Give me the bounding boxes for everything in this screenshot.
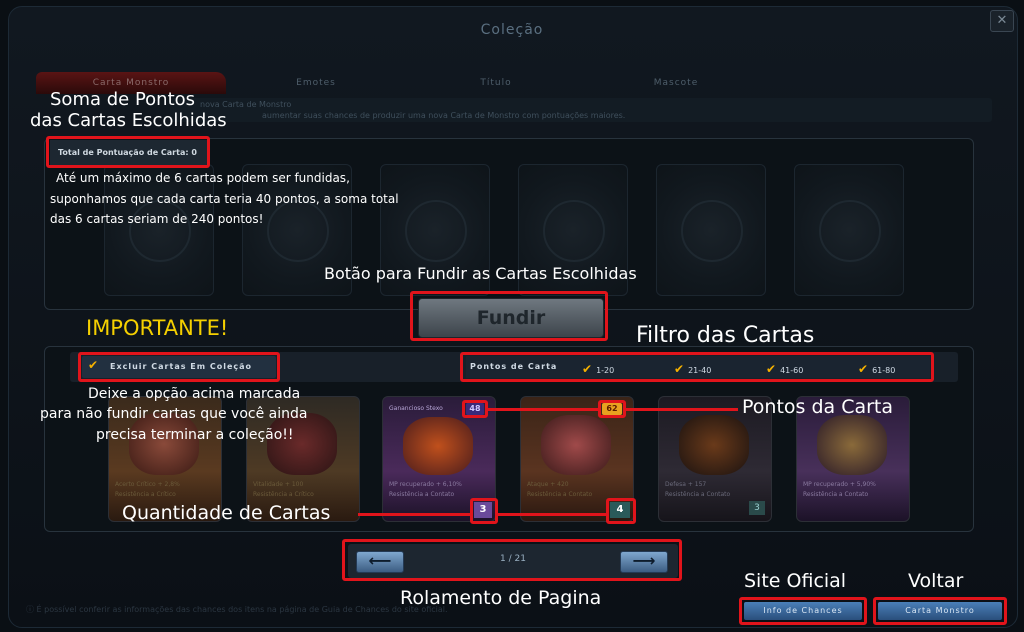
card-points-highlight bbox=[598, 400, 626, 418]
card-stat: Defesa + 157 bbox=[665, 481, 707, 488]
footer-note-text: É possível conferir as informações das c… bbox=[36, 605, 448, 614]
annotation-score-title-1: Soma de Pontos bbox=[50, 89, 196, 110]
annotation-fuse-hint: Botão para Fundir as Cartas Escolhidas bbox=[324, 264, 637, 283]
card-art bbox=[817, 415, 887, 475]
card-art bbox=[403, 417, 473, 475]
annotation-back: Voltar bbox=[908, 570, 964, 592]
connector-line bbox=[626, 408, 738, 411]
footer-note: ⓘ É possível conferir as informações das… bbox=[26, 604, 448, 615]
annotation-max-info-3: das 6 cartas seriam de 240 pontos! bbox=[50, 212, 264, 226]
card-quantity: 3 bbox=[749, 501, 765, 515]
annotation-score-title-2: das Cartas Escolhidas bbox=[30, 110, 227, 131]
card-stat: MP recuperado + 6,10% bbox=[389, 481, 462, 488]
card-stat: MP recuperado + 5,90% bbox=[803, 481, 876, 488]
back-highlight bbox=[873, 597, 1007, 625]
card-stat-2: Resistência a Contato bbox=[389, 491, 455, 498]
card-art bbox=[541, 415, 611, 475]
info-strip-title: nova Carta de Monstro bbox=[200, 100, 292, 109]
fuse-highlight bbox=[410, 291, 608, 341]
card-stat-2: Resistência a Contato bbox=[665, 491, 731, 498]
fusion-slot[interactable] bbox=[794, 164, 904, 296]
card-stat-2: Resistência a Crítico bbox=[253, 491, 314, 498]
score-highlight bbox=[46, 136, 210, 168]
info-chances-highlight bbox=[739, 597, 867, 625]
annotation-card-points: Pontos da Carta bbox=[742, 396, 894, 418]
close-icon: ✕ bbox=[996, 13, 1008, 28]
exclude-filter-highlight bbox=[78, 352, 280, 382]
points-filter-highlight bbox=[460, 352, 934, 382]
annotation-keep-3: precisa terminar a coleção!! bbox=[96, 427, 294, 443]
card-stat: Acerto Crítico + 2,8% bbox=[115, 481, 180, 488]
annotation-official-site: Site Oficial bbox=[744, 570, 847, 592]
card-art bbox=[679, 415, 749, 475]
info-strip-text: aumentar suas chances de produzir uma no… bbox=[262, 111, 626, 120]
card-art bbox=[129, 413, 199, 475]
card-stat: Ataque + 420 bbox=[527, 481, 569, 488]
card-quantity-highlight bbox=[470, 498, 498, 524]
card-stat-2: Resistência a Crítico bbox=[115, 491, 176, 498]
tab-titulo[interactable]: Título bbox=[416, 72, 576, 94]
card-stat-2: Resistência a Contato bbox=[803, 491, 869, 498]
pagination-highlight bbox=[342, 539, 682, 581]
card-points-highlight bbox=[462, 400, 488, 418]
annotation-keep-2: para não fundir cartas que você ainda bbox=[40, 406, 308, 422]
card-stat-2: Resistência a Contato bbox=[527, 491, 593, 498]
tab-emotes[interactable]: Emotes bbox=[236, 72, 396, 94]
card-stat: Vitalidade + 100 bbox=[253, 481, 304, 488]
fusion-slot[interactable] bbox=[656, 164, 766, 296]
annotation-important: IMPORTANTE! bbox=[86, 316, 229, 340]
window-title: Coleção bbox=[480, 22, 544, 38]
annotation-max-info-1: Até um máximo de 6 cartas podem ser fund… bbox=[56, 171, 350, 185]
screenshot: Coleção ✕ Carta Monstro Emotes Título Ma… bbox=[0, 0, 1024, 632]
close-button[interactable]: ✕ bbox=[990, 10, 1014, 32]
info-icon: ⓘ bbox=[26, 605, 37, 614]
annotation-max-info-2: suponhamos que cada carta teria 40 ponto… bbox=[50, 192, 399, 206]
connector-line bbox=[488, 408, 598, 411]
tab-mascote[interactable]: Mascote bbox=[596, 72, 756, 94]
annotation-page-scroll: Rolamento de Pagina bbox=[400, 587, 602, 609]
connector-line bbox=[498, 513, 606, 516]
annotation-filter-title: Filtro das Cartas bbox=[636, 323, 815, 348]
annotation-keep-1: Deixe a opção acima marcada bbox=[88, 386, 301, 402]
card-art bbox=[267, 413, 337, 475]
info-strip: nova Carta de Monstro aumentar suas chan… bbox=[170, 98, 992, 122]
connector-line bbox=[358, 513, 470, 516]
annotation-card-quantity: Quantidade de Cartas bbox=[122, 502, 331, 524]
card-quantity-highlight bbox=[606, 498, 636, 524]
